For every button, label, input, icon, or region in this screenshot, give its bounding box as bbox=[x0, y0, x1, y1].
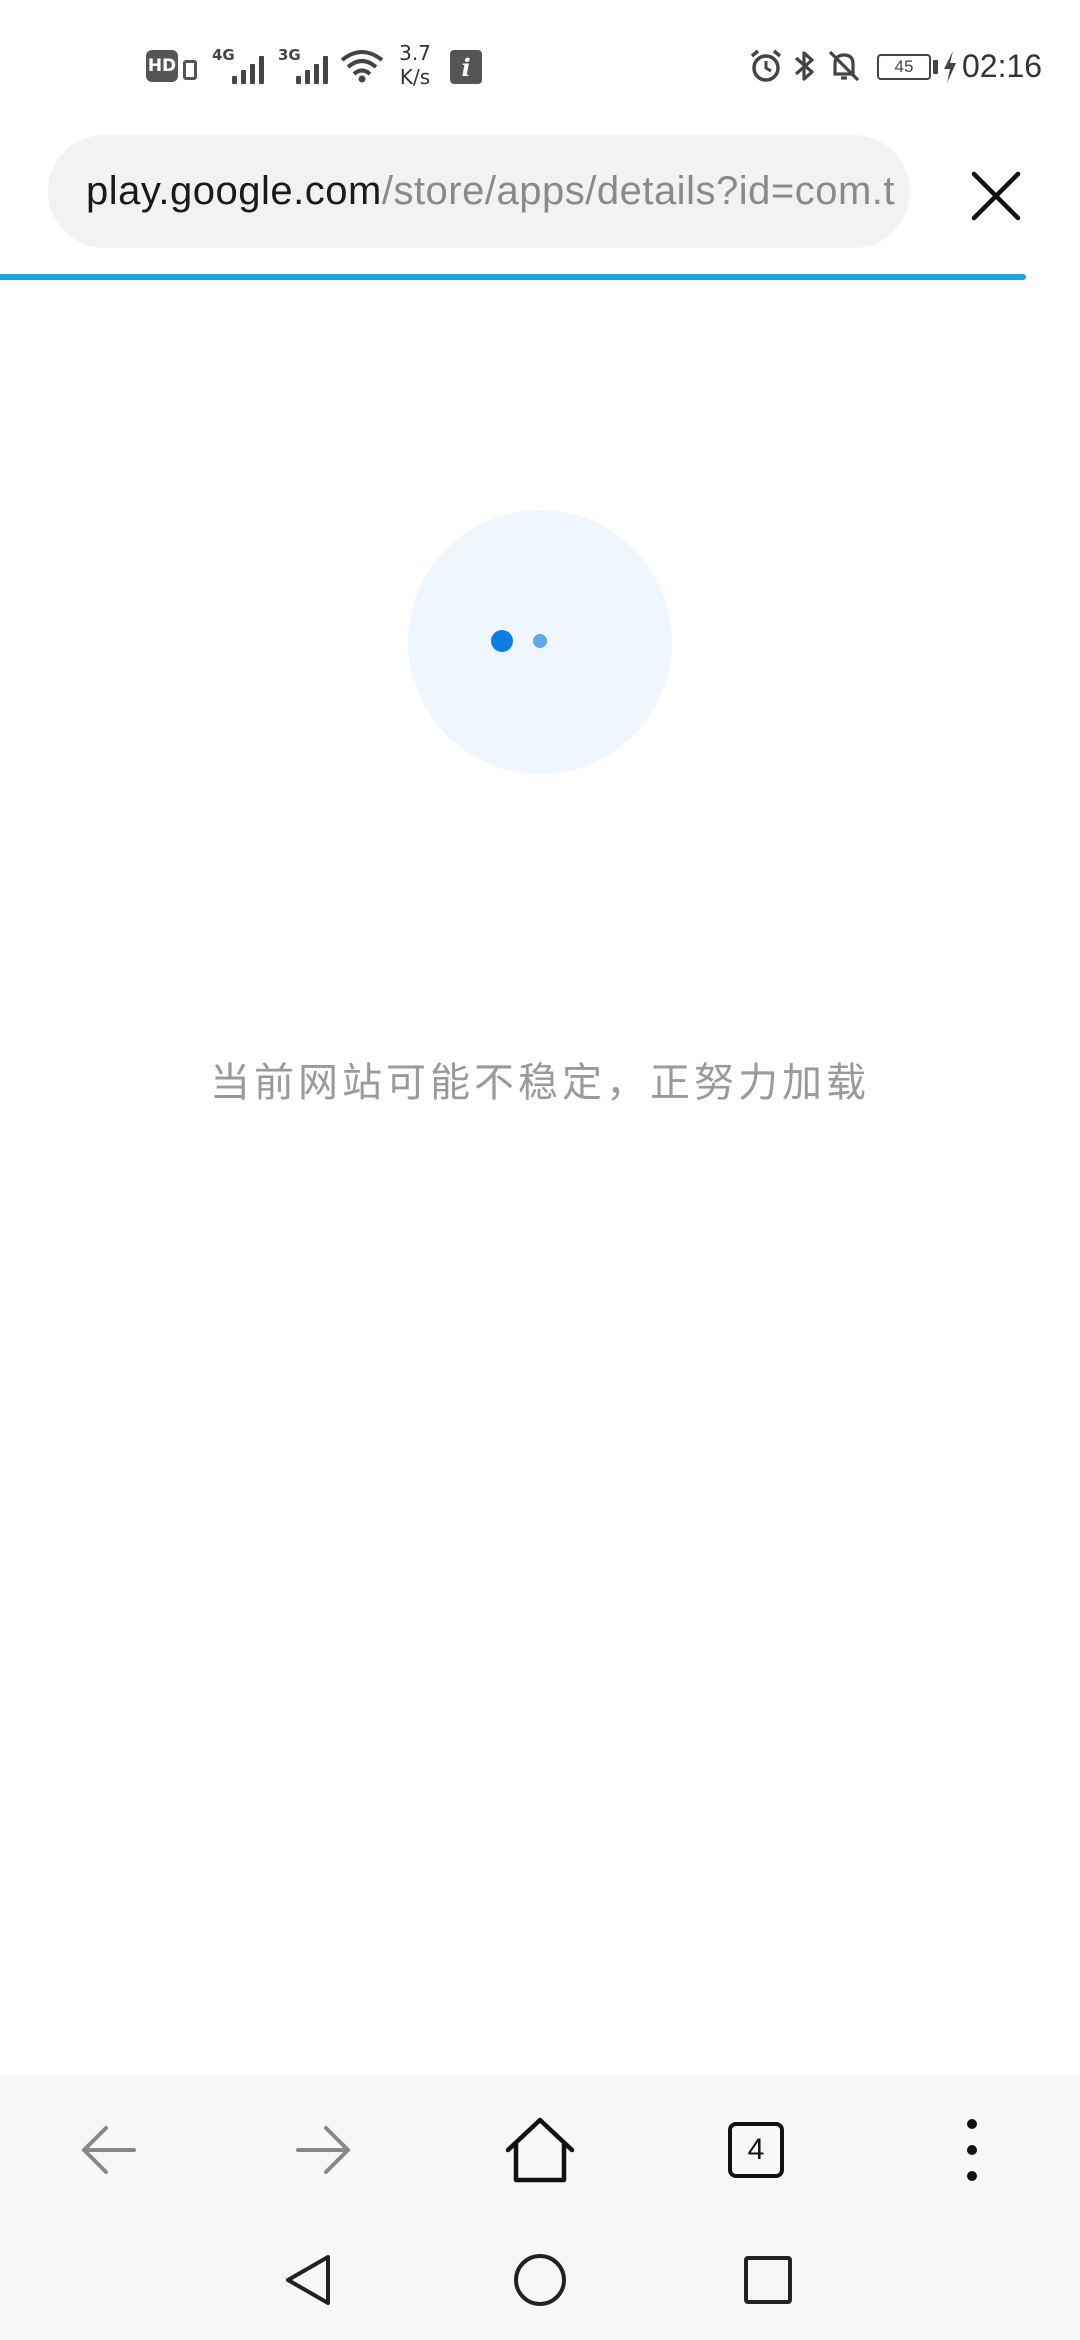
nav-home-button[interactable] bbox=[500, 2240, 580, 2320]
signal-icon bbox=[296, 50, 328, 84]
close-icon bbox=[971, 171, 1021, 221]
status-bar: HD 4G 3G 3.7 K/s i 45 02:16 bbox=[0, 0, 1080, 130]
tabs-button[interactable]: 4 bbox=[706, 2100, 806, 2200]
loading-message: 当前网站可能不稳定，正努力加载 bbox=[210, 1060, 870, 1106]
bluetooth-icon bbox=[790, 48, 820, 84]
system-navigation-bar bbox=[0, 2220, 1080, 2340]
mute-icon bbox=[826, 48, 862, 84]
hd-voice-badge: HD bbox=[146, 50, 178, 82]
sim-icon bbox=[183, 60, 197, 80]
menu-button[interactable] bbox=[922, 2100, 1022, 2200]
address-bar[interactable]: play.google.com/store/apps/details?id=co… bbox=[48, 135, 910, 248]
speed-unit: K/s bbox=[399, 65, 431, 89]
signal-group-2: 3G bbox=[276, 46, 336, 86]
arrow-left-icon bbox=[82, 2126, 136, 2174]
signal-group-1: 4G bbox=[210, 46, 270, 86]
arrow-right-icon bbox=[296, 2126, 350, 2174]
nav-back-button[interactable] bbox=[268, 2240, 348, 2320]
more-vertical-icon bbox=[967, 2119, 977, 2181]
wifi-icon bbox=[340, 48, 384, 84]
page-load-progress bbox=[0, 274, 1080, 280]
speed-value: 3.7 bbox=[399, 41, 431, 65]
charging-icon bbox=[942, 50, 958, 84]
triangle-back-icon bbox=[286, 2255, 330, 2305]
close-button[interactable] bbox=[960, 160, 1032, 232]
url-host: play.google.com bbox=[86, 169, 382, 213]
progress-fill bbox=[0, 274, 1026, 280]
home-button[interactable] bbox=[490, 2100, 590, 2200]
url-text[interactable]: play.google.com/store/apps/details?id=co… bbox=[86, 169, 895, 214]
loading-dot-icon bbox=[533, 634, 547, 648]
info-notification-icon: i bbox=[450, 50, 482, 84]
url-path: /store/apps/details?id=com.t bbox=[381, 169, 895, 213]
battery-level: 45 bbox=[877, 54, 931, 80]
clock: 02:16 bbox=[962, 47, 1043, 84]
home-icon bbox=[505, 2117, 575, 2183]
tab-count: 4 bbox=[728, 2122, 784, 2178]
alarm-icon bbox=[748, 48, 784, 84]
browser-toolbar: 4 bbox=[0, 2075, 1080, 2220]
nav-recents-button[interactable] bbox=[728, 2240, 808, 2320]
loading-dot-icon bbox=[491, 630, 513, 652]
network-speed: 3.7 K/s bbox=[390, 40, 440, 90]
battery-nub bbox=[933, 60, 938, 74]
circle-home-icon bbox=[514, 2254, 566, 2306]
forward-button[interactable] bbox=[274, 2100, 374, 2200]
signal-icon bbox=[232, 50, 264, 84]
back-button[interactable] bbox=[58, 2100, 158, 2200]
square-recents-icon bbox=[744, 2256, 792, 2304]
